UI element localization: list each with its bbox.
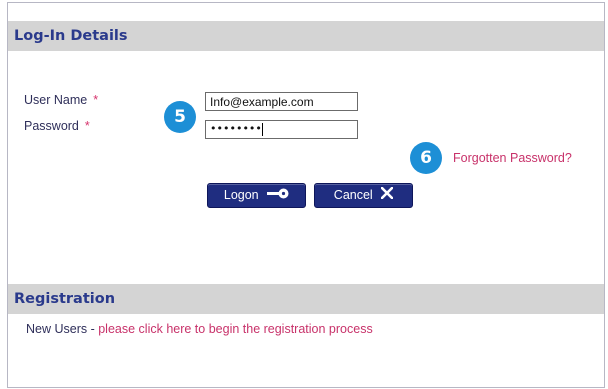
step-badge-5: 5 bbox=[164, 101, 196, 133]
username-label: User Name * bbox=[24, 93, 98, 107]
page-frame: Log-In Details User Name * Password * ••••… bbox=[7, 2, 605, 388]
password-label-text: Password bbox=[24, 119, 79, 133]
registration-section-header: Registration bbox=[8, 284, 604, 314]
cancel-button-label: Cancel bbox=[333, 188, 373, 202]
text-cursor bbox=[261, 122, 263, 136]
logon-button-label: Logon bbox=[223, 188, 259, 202]
username-label-text: User Name bbox=[24, 93, 88, 107]
step-badge-6: 6 bbox=[410, 142, 442, 174]
password-value: •••••••• bbox=[210, 122, 262, 135]
close-icon bbox=[380, 184, 394, 207]
required-marker: * bbox=[84, 119, 90, 133]
password-input[interactable]: •••••••• bbox=[205, 120, 358, 139]
password-label: Password * bbox=[24, 119, 90, 133]
logon-button[interactable]: Logon bbox=[207, 183, 306, 208]
forgot-password-link[interactable]: Forgotten Password? bbox=[453, 151, 572, 165]
login-section-header: Log-In Details bbox=[8, 21, 604, 51]
registration-prefix: New Users - bbox=[26, 322, 99, 336]
username-input[interactable] bbox=[205, 92, 358, 111]
registration-link[interactable]: please click here to begin the registrat… bbox=[98, 322, 372, 336]
cancel-button[interactable]: Cancel bbox=[314, 183, 413, 208]
key-icon bbox=[267, 184, 289, 207]
registration-text: New Users - please click here to begin t… bbox=[26, 322, 373, 336]
required-marker: * bbox=[93, 93, 99, 107]
